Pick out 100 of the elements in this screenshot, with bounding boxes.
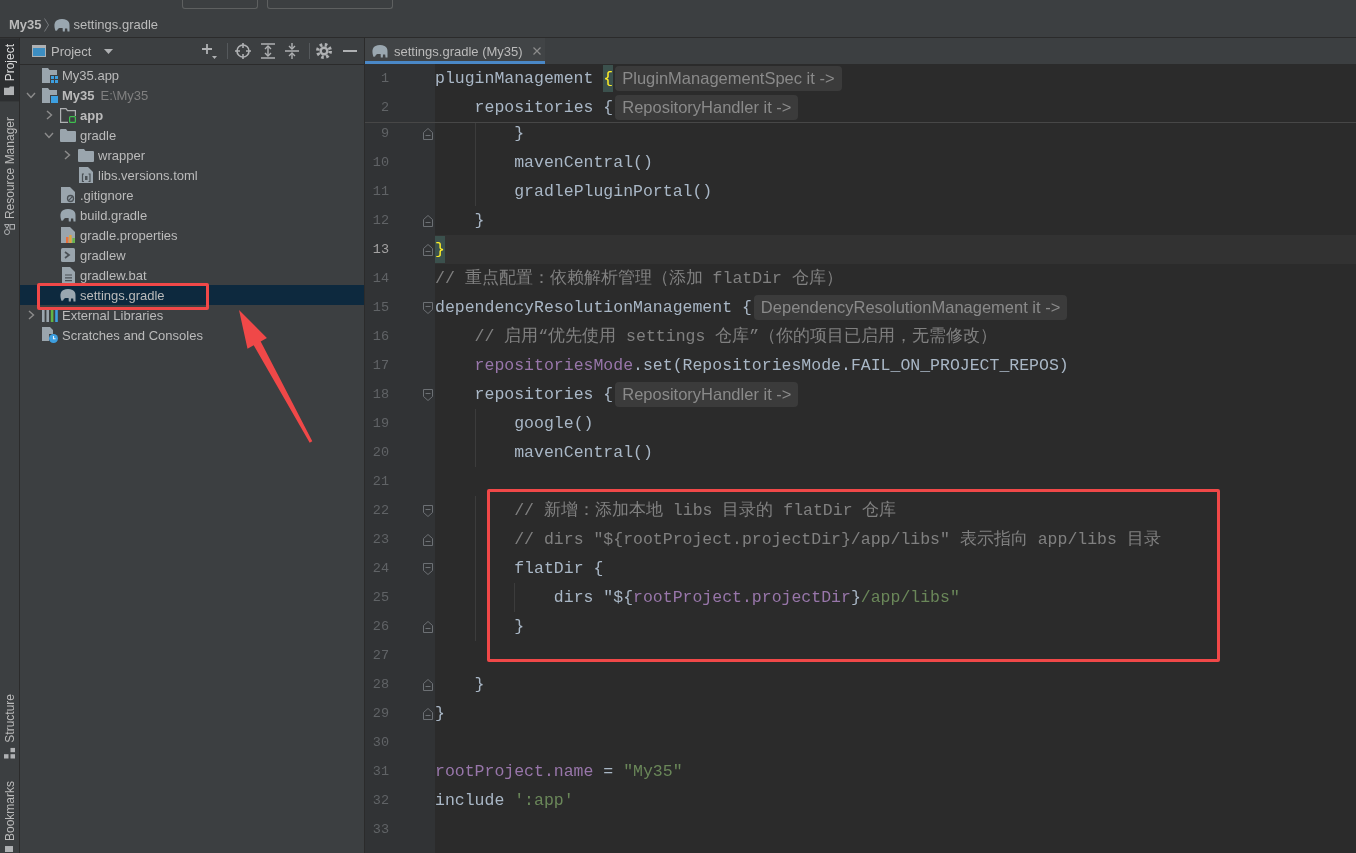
expand-all-icon[interactable] [261, 43, 275, 59]
code-line: mavenCentral() [514, 443, 653, 462]
fold-marker-icon[interactable] [423, 504, 433, 517]
chevron-down-icon[interactable] [44, 131, 54, 139]
code-line: dirs "${rootProject.projectDir}/app/libs" [553, 588, 960, 607]
fold-marker-icon[interactable] [423, 707, 433, 720]
tool-window-button[interactable]: Structure [0, 688, 19, 765]
tree-item[interactable]: My35.app [20, 65, 364, 85]
fold-marker-icon[interactable] [423, 214, 433, 227]
item-label: build.gradle [80, 207, 148, 223]
text-file-icon [61, 267, 75, 283]
panel-title[interactable]: Project [51, 43, 92, 59]
tree-item[interactable]: gradle.properties [20, 225, 364, 245]
properties-file-icon [61, 227, 75, 243]
fold-marker-icon[interactable] [423, 678, 433, 691]
code-line: repositoriesMode.set(RepositoriesMode.FAIL_ON_PROJECT_REPOS) [474, 356, 1069, 375]
device-dropdown[interactable] [267, 0, 393, 9]
code-line: } [514, 617, 525, 636]
code-line: // 重点配置：依赖解析管理（添加 flatDir 仓库） [435, 269, 843, 288]
module-icon [42, 67, 58, 83]
fold-marker-icon[interactable] [423, 388, 433, 401]
tree-item[interactable]: My35 E:\My35 [20, 85, 364, 105]
code-line: google() [514, 414, 594, 433]
code-line: rootProject.name = "My35" [435, 762, 683, 781]
collapse-all-icon[interactable] [285, 43, 299, 59]
code-line: } [474, 675, 485, 694]
caret-icon[interactable] [104, 48, 114, 54]
folder-icon [4, 86, 15, 96]
item-label: Scratches and Consoles [62, 327, 203, 343]
crosshair-icon[interactable] [235, 43, 251, 59]
item-label: My35 [62, 87, 95, 103]
item-label: libs.versions.toml [98, 167, 198, 183]
code-editor[interactable] [365, 64, 1356, 853]
folder-icon [78, 148, 94, 162]
elephant-icon [60, 288, 76, 302]
elephant-icon [372, 44, 388, 58]
tool-window-button[interactable]: Resource Manager [0, 111, 19, 242]
module-folder-icon [60, 107, 76, 123]
item-label: gradle.properties [80, 227, 178, 243]
settings-icon[interactable] [316, 43, 332, 59]
chevron-right-icon[interactable] [27, 310, 35, 320]
tree-item[interactable]: libs.versions.toml [20, 165, 364, 185]
toml-file-icon [79, 167, 93, 183]
tool-window-button[interactable]: Bookmarks [0, 774, 19, 853]
code-line: dependencyResolutionManagement { [435, 298, 752, 317]
script-file-icon [61, 248, 75, 262]
item-label: gradlew.bat [80, 267, 147, 283]
breadcrumb[interactable]: My35 [9, 17, 42, 32]
code-line: repositories { [474, 98, 614, 117]
code-line: // 新增：添加本地 libs 目录的 flatDir 仓库 [514, 501, 897, 520]
chevron-right-icon[interactable] [45, 110, 53, 120]
code-line: flatDir { [514, 559, 604, 578]
fold-marker-icon[interactable] [423, 301, 433, 314]
fold-marker-icon[interactable] [423, 562, 433, 575]
chevron-right-icon[interactable] [63, 150, 71, 160]
elephant-icon [53, 17, 70, 32]
tree-item[interactable]: wrapper [20, 145, 364, 165]
panel-icon [32, 45, 46, 57]
item-label: settings.gradle [80, 287, 165, 303]
fold-marker-icon[interactable] [423, 127, 433, 140]
run-config-dropdown[interactable] [182, 0, 258, 9]
item-label: wrapper [98, 147, 145, 163]
editor-tab[interactable]: settings.gradle (My35) [365, 38, 545, 64]
tree-item[interactable]: Scratches and Consoles [20, 325, 364, 345]
libraries-icon [42, 308, 58, 322]
chevron-right-icon [43, 17, 49, 32]
chevron-down-icon[interactable] [26, 91, 36, 99]
scratches-icon [42, 327, 58, 343]
line-number: 13 [371, 241, 389, 259]
code-line: include ':app' [435, 791, 574, 810]
tool-window-button[interactable]: Project [0, 38, 19, 102]
item-label: gradle [80, 127, 117, 143]
tree-item[interactable]: gradle [20, 125, 364, 145]
fold-marker-icon[interactable] [423, 243, 433, 256]
fold-marker-icon[interactable] [423, 620, 433, 633]
item-label: app [80, 107, 104, 123]
code-line: } [474, 211, 485, 230]
structure-icon [4, 747, 15, 759]
tree-item[interactable]: .gitignore [20, 185, 364, 205]
tree-item[interactable]: gradlew.bat [20, 265, 364, 285]
tree-item[interactable]: build.gradle [20, 205, 364, 225]
code-line: // 启用“优先使用 settings 仓库”（你的项目已启用，无需修改） [474, 327, 998, 346]
item-label: My35.app [62, 67, 120, 83]
project-icon [42, 87, 58, 103]
tree-item[interactable]: gradlew [20, 245, 364, 265]
ignore-file-icon [61, 187, 75, 203]
code-line: } [435, 704, 445, 723]
inlay-hint: RepositoryHandler it -> [615, 382, 799, 408]
tree-item[interactable]: External Libraries [20, 305, 364, 325]
code-line: } [514, 124, 525, 143]
item-label: External Libraries [62, 307, 164, 323]
tree-item[interactable]: settings.gradle [20, 285, 364, 305]
item-label: gradlew [80, 247, 126, 263]
close-icon[interactable] [532, 47, 541, 55]
tree-item[interactable]: app [20, 105, 364, 125]
inlay-hint: RepositoryHandler it -> [615, 95, 799, 121]
fold-marker-icon[interactable] [423, 533, 433, 546]
breadcrumb[interactable]: settings.gradle [53, 17, 159, 32]
plus-icon[interactable] [201, 43, 217, 59]
resources-icon [4, 224, 15, 236]
